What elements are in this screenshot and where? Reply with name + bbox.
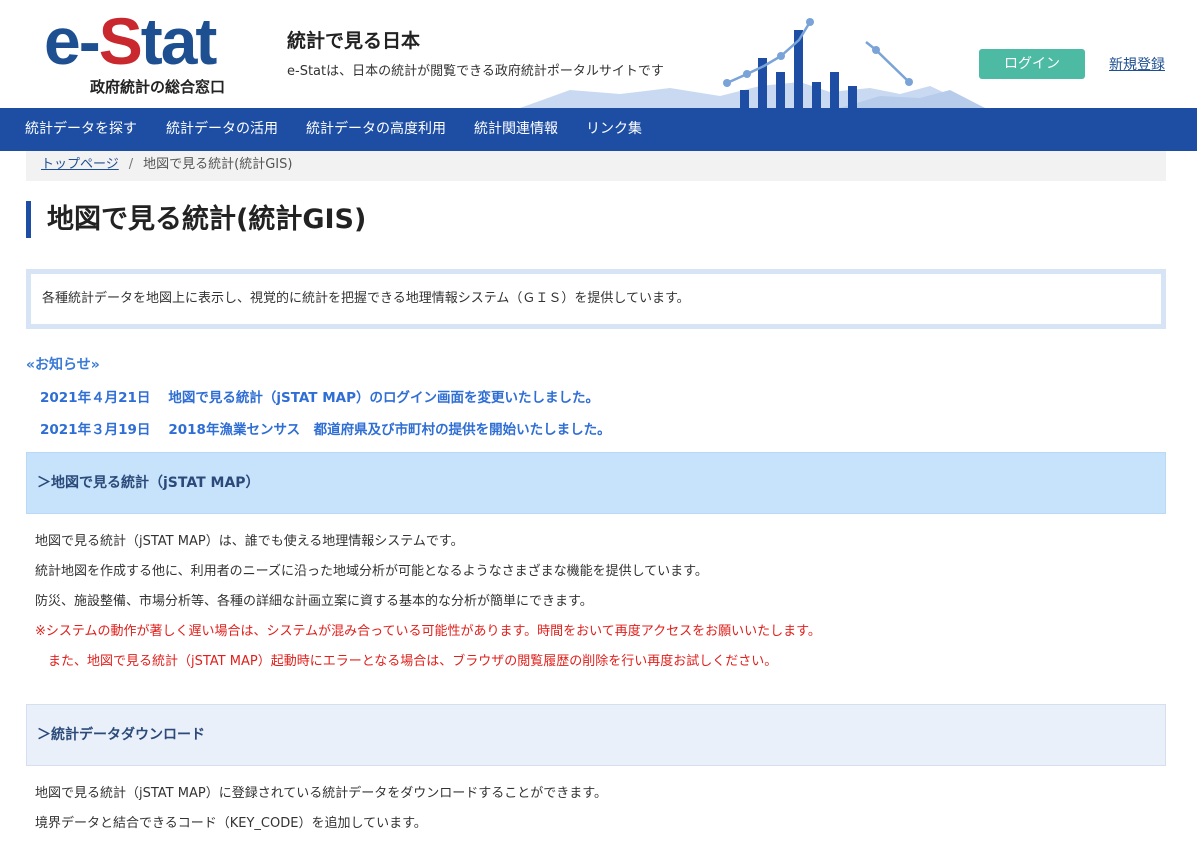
nav-item-find-data[interactable]: 統計データを探す	[25, 108, 137, 151]
notice-item[interactable]: 2021年４月21日 地図で見る統計（jSTAT MAP）のログイン画面を変更いた…	[40, 386, 599, 406]
section-text: 統計地図を作成する他に、利用者のニーズに沿った地域分析が可能となるようなさまざま…	[35, 564, 708, 579]
global-nav: 統計データを探す 統計データの活用 統計データの高度利用 統計関連情報 リンク集	[0, 108, 1197, 151]
notice-text: 地図で見る統計（jSTAT MAP）のログイン画面を変更いたしました。	[168, 390, 599, 406]
notice-text: 2018年漁業センサス 都道府県及び市町村の提供を開始いたしました。	[168, 422, 611, 438]
nav-item-data-use[interactable]: 統計データの活用	[166, 108, 278, 151]
notice-heading: «お知らせ»	[26, 357, 100, 373]
intro-box: 各種統計データを地図上に表示し、視覚的に統計を把握できる地理情報システム（ＧＩＳ…	[26, 269, 1166, 329]
section-text: 地図で見る統計（jSTAT MAP）に登録されている統計データをダウンロードする…	[35, 786, 608, 801]
site-header: e-Stat 政府統計の総合窓口 統計で見る日本 e-Statは、日本の統計が閲…	[0, 0, 1197, 108]
notice-date: 2021年４月21日	[40, 390, 151, 406]
logo-wordmark: e-Stat	[44, 4, 217, 78]
login-button[interactable]: ログイン	[979, 49, 1085, 79]
section-text: 境界データと結合できるコード（KEY_CODE）を追加しています。	[35, 816, 427, 831]
warning-text: また、地図で見る統計（jSTAT MAP）起動時にエラーとなる場合は、ブラウザの…	[35, 654, 778, 669]
signup-link[interactable]: 新規登録	[1109, 54, 1165, 74]
page-title: 地図で見る統計(統計GIS)	[26, 201, 366, 238]
nav-item-advanced-use[interactable]: 統計データの高度利用	[306, 108, 446, 151]
site-title: 統計で見る日本	[287, 30, 421, 52]
section-text: 防災、施設整備、市場分析等、各種の詳細な計画立案に資する基本的な分析が簡単にでき…	[35, 594, 593, 609]
nav-item-related-info[interactable]: 統計関連情報	[474, 108, 558, 151]
section-text: 地図で見る統計（jSTAT MAP）は、誰でも使える地理情報システムです。	[35, 534, 464, 549]
notice-item[interactable]: 2021年３月19日 2018年漁業センサス 都道府県及び市町村の提供を開始いたし…	[40, 418, 611, 438]
breadcrumb-home-link[interactable]: トップページ	[41, 157, 119, 172]
notice-date: 2021年３月19日	[40, 422, 151, 438]
nav-item-links[interactable]: リンク集	[586, 108, 642, 151]
breadcrumb: トップページ / 地図で見る統計(統計GIS)	[26, 151, 1166, 181]
section-jstat-map-heading[interactable]: ＞地図で見る統計（jSTAT MAP）	[26, 452, 1166, 514]
breadcrumb-separator: /	[128, 157, 134, 172]
warning-text: ※システムの動作が著しく遅い場合は、システムが混み合っている可能性があります。時…	[35, 624, 821, 639]
logo-subtitle: 政府統計の総合窓口	[90, 78, 226, 96]
breadcrumb-current: 地図で見る統計(統計GIS)	[143, 157, 293, 172]
section-download-heading[interactable]: ＞統計データダウンロード	[26, 704, 1166, 766]
estat-logo[interactable]: e-Stat 政府統計の総合窓口	[44, 8, 244, 98]
header-chart-illustration	[520, 18, 985, 108]
